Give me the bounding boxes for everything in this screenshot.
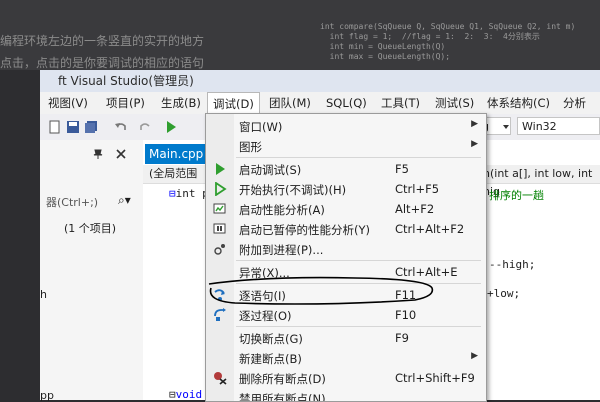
menu-item-label: 新建断点(B) (239, 352, 302, 366)
menu-item-label: 删除所有断点(D) (239, 372, 326, 386)
code-line: ⊟int p (169, 187, 209, 200)
tab-main-cpp[interactable]: Main.cpp (145, 144, 205, 164)
menu-team[interactable]: 团队(M) (269, 92, 311, 114)
window-title: ft Visual Studio(管理员) (58, 74, 194, 88)
code-line: +low; (487, 287, 521, 300)
code-line: ⊟void (169, 388, 203, 401)
menu-item-window[interactable]: 窗口(W) ▶ (206, 116, 486, 136)
menu-item-delete-all-breakpoints[interactable]: 删除所有断点(D) Ctrl+Shift+F9 (206, 368, 486, 388)
menu-item-step-over[interactable]: 逐过程(O) F10 (206, 305, 486, 325)
menu-item-graphics[interactable]: 图形 ▶ (206, 136, 486, 156)
close-icon[interactable] (115, 148, 127, 160)
menu-item-start-debugging[interactable]: 启动调试(S) F5 (206, 159, 486, 179)
menu-item-shortcut: F9 (395, 331, 409, 345)
code-text: void (175, 388, 203, 401)
background-line-1: 编程环境左边的一条竖直的实开的地方 (0, 34, 205, 48)
menu-architecture[interactable]: 体系结构(C) (487, 92, 550, 114)
play-outline-icon (215, 182, 227, 196)
menu-view[interactable]: 视图(V) (48, 92, 88, 114)
menu-separator (236, 326, 481, 327)
menu-project[interactable]: 项目(P) (106, 92, 145, 114)
menu-item-shortcut: Alt+F2 (395, 202, 435, 216)
code-text: int p (175, 187, 209, 200)
annotation-circle (208, 276, 434, 305)
menu-item-shortcut: Ctrl+Shift+F9 (395, 371, 475, 385)
code-line: --high; (489, 258, 536, 271)
start-debug-icon[interactable] (164, 120, 178, 134)
menu-item-label: 启动已暂停的性能分析(Y) (239, 223, 370, 237)
play-icon (216, 163, 225, 175)
platform-select[interactable]: Win32 (517, 117, 600, 135)
window-title-bar: ft Visual Studio(管理员) (40, 70, 600, 92)
bg-code-line: int min = QueueLength(Q) (320, 42, 446, 51)
save-icon[interactable] (66, 120, 80, 134)
scope-selector[interactable]: (全局范围 (149, 165, 197, 183)
menu-item-label: 启动性能分析(A) (239, 203, 325, 217)
menu-test[interactable]: 测试(S) (435, 92, 474, 114)
redo-icon[interactable] (138, 120, 152, 134)
menu-separator (236, 260, 481, 261)
menu-analyze[interactable]: 分析(N) (563, 92, 600, 132)
submenu-arrow-icon: ▶ (471, 119, 478, 129)
chevron-down-icon[interactable] (499, 120, 513, 134)
solution-explorer-panel: 器(Ctrl+;) ⌕▾ (1 个项目) h pp (40, 140, 144, 402)
menu-sql[interactable]: SQL(Q) (326, 92, 367, 114)
menu-tools[interactable]: 工具(T) (381, 92, 420, 114)
search-icon[interactable]: ⌕▾ (118, 193, 131, 208)
menu-item-label: 切换断点(G) (239, 332, 303, 346)
bg-code-line: int flag = 1; //flag = 1: 2: 3: 4分别表示 (320, 32, 540, 41)
submenu-arrow-icon: ▶ (471, 139, 478, 149)
delete-breakpoints-icon (214, 372, 227, 385)
background-instruction-text: 编程环境左边的一条竖直的实开的地方 点击，点击的是你要调试的相应的语句 (0, 30, 215, 74)
menu-debug[interactable]: 调试(D) (207, 92, 260, 114)
save-all-icon[interactable] (84, 120, 98, 134)
menu-item-label: 禁用所有断点(N) (239, 392, 326, 402)
menu-separator (236, 157, 481, 158)
explorer-item[interactable]: pp (40, 389, 54, 402)
menu-item-label: 附加到进程(P)... (239, 243, 324, 257)
menu-item-start-without-debugging[interactable]: 开始执行(不调试)(H) Ctrl+F5 (206, 179, 486, 199)
menu-bar: 视图(V) 项目(P) 生成(B) 调试(D) 团队(M) SQL(Q) 工具(… (40, 92, 600, 132)
new-file-icon[interactable] (48, 120, 62, 134)
solution-project-count: (1 个项目) (64, 222, 117, 235)
menu-item-shortcut: Ctrl+F5 (395, 182, 440, 196)
menu-item-new-breakpoint[interactable]: 新建断点(B) ▶ (206, 348, 486, 368)
submenu-arrow-icon: ▶ (471, 351, 478, 361)
menu-item-label: 启动调试(S) (239, 163, 302, 177)
menu-item-label: 逐过程(O) (239, 309, 292, 323)
explorer-item[interactable]: h (40, 288, 47, 301)
debug-dropdown-menu: 窗口(W) ▶ 图形 ▶ 启动调试(S) F5 开始执行(不调试)(H) Ctr… (205, 113, 487, 402)
menu-item-label: 图形 (239, 140, 262, 154)
attach-process-icon (214, 244, 225, 255)
undo-icon[interactable] (114, 120, 128, 134)
pin-icon[interactable] (92, 148, 104, 160)
menu-item-shortcut: F10 (395, 308, 417, 322)
menu-build[interactable]: 生成(B) (161, 92, 201, 114)
menu-item-start-performance-analysis[interactable]: 启动性能分析(A) Alt+F2 (206, 199, 486, 219)
explorer-search-input[interactable]: 器(Ctrl+;) (46, 194, 98, 210)
menu-item-toggle-breakpoint[interactable]: 切换断点(G) F9 (206, 328, 486, 348)
menu-item-shortcut: F5 (395, 162, 409, 176)
menu-item-attach-to-process[interactable]: 附加到进程(P)... (206, 239, 486, 259)
menu-item-label: 窗口(W) (239, 120, 283, 134)
menu-item-start-paused-performance-analysis[interactable]: 启动已暂停的性能分析(Y) Ctrl+Alt+F2 (206, 219, 486, 239)
performance-icon (213, 203, 226, 214)
menu-item-shortcut: Ctrl+Alt+F2 (395, 222, 465, 236)
menu-item-label: 开始执行(不调试)(H) (239, 183, 347, 197)
bg-code-line: int compare(SqQueue Q, SqQueue Q1, SqQue… (320, 22, 576, 31)
code-comment: 排序的一趟 (489, 189, 544, 202)
performance-paused-icon (213, 223, 226, 234)
step-over-icon (214, 308, 226, 321)
bg-code-line: int max = QueueLength(Q); (320, 52, 451, 61)
